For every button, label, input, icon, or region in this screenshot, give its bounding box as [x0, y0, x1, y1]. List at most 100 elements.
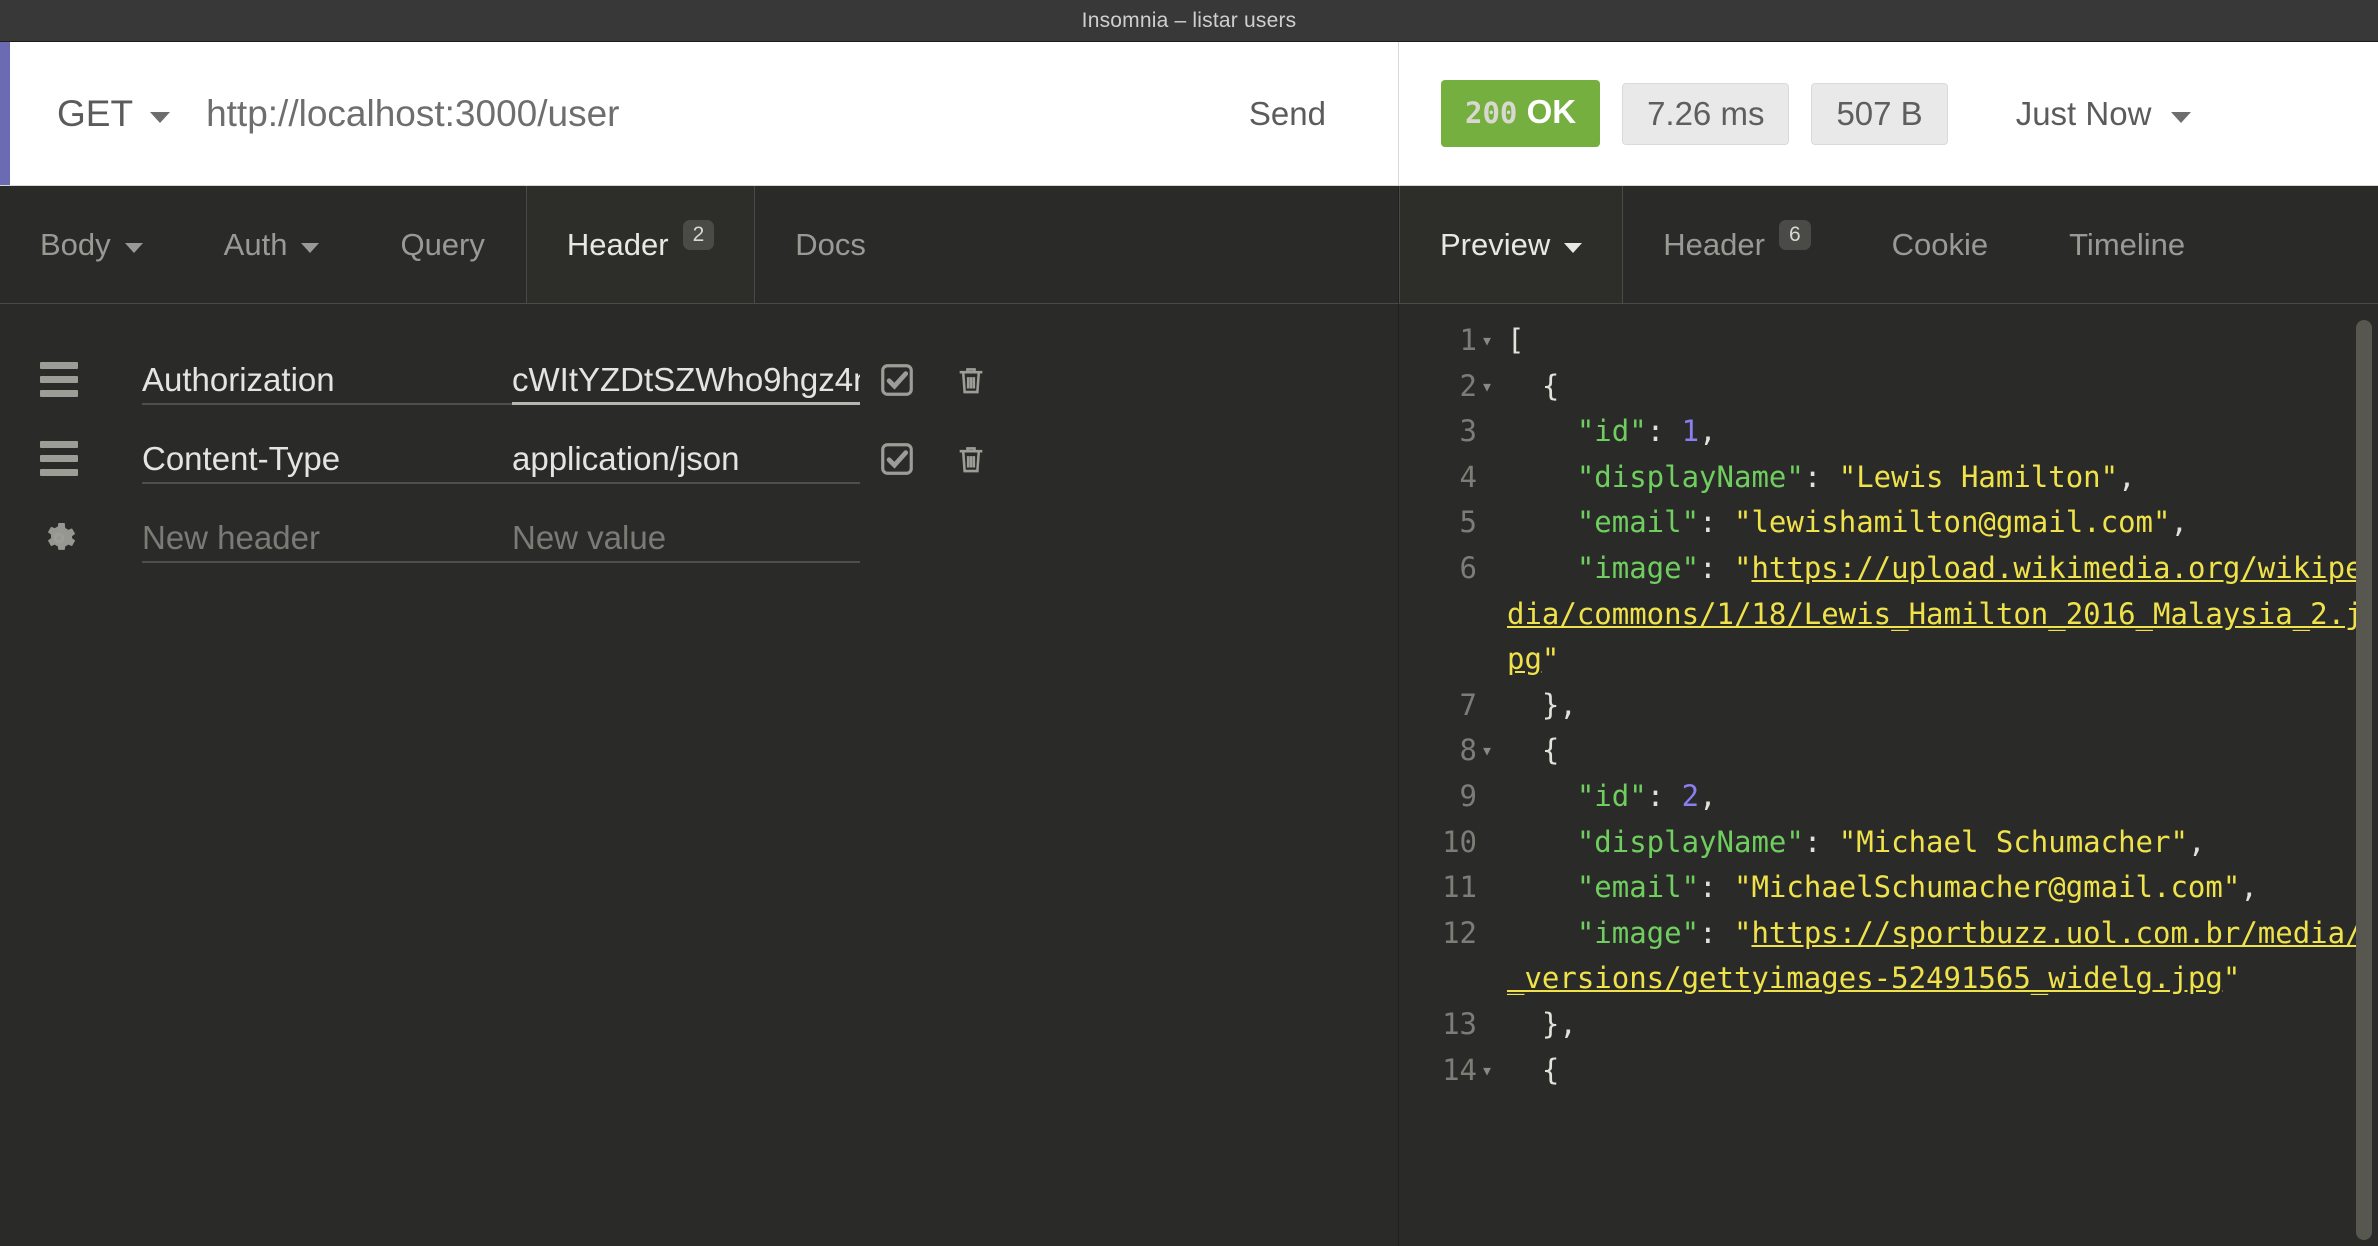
header-enabled-checkbox[interactable]: [860, 440, 934, 478]
code-token: "image": [1577, 916, 1699, 950]
input-underline: [512, 402, 860, 405]
tab-header[interactable]: Header 2: [526, 186, 755, 303]
code-token: [: [1507, 323, 1524, 357]
code-token: {: [1507, 369, 1559, 403]
fold-toggle-icon[interactable]: ▾: [1481, 1048, 1507, 1094]
tab-preview[interactable]: Preview: [1399, 186, 1623, 303]
status-code: 200: [1465, 96, 1517, 130]
header-enabled-checkbox[interactable]: [860, 361, 934, 399]
code-line: 4 "displayName": "Lewis Hamilton",: [1399, 455, 2378, 501]
status-badge[interactable]: 200 OK: [1441, 80, 1600, 148]
code-line-content: "id": 1,: [1507, 409, 2378, 455]
url-input[interactable]: http://localhost:3000/user: [206, 93, 1249, 135]
header-delete-button[interactable]: [934, 363, 1008, 397]
code-line: 9 "id": 2,: [1399, 774, 2378, 820]
input-underline: [512, 482, 860, 484]
tab-body[interactable]: Body: [0, 186, 184, 303]
method-selector[interactable]: GET: [57, 93, 170, 135]
response-scrollbar[interactable]: [2356, 320, 2372, 1240]
chevron-down-icon: [2171, 112, 2191, 123]
chevron-down-icon: [301, 243, 319, 253]
code-token: "Michael Schumacher": [1839, 825, 2188, 859]
header-value-input[interactable]: cWItYZDtSZWho9hgz4nWyc: [512, 340, 860, 419]
fold-toggle-icon[interactable]: ▾: [1481, 728, 1507, 774]
code-line: 6 "image": "https://upload.wikimedia.org…: [1399, 546, 2378, 683]
code-line-content: {: [1507, 728, 2378, 774]
line-number: 3: [1399, 409, 1481, 455]
tab-auth-label: Auth: [224, 227, 288, 263]
header-name-input[interactable]: Authorization: [142, 340, 512, 419]
header-name-value: Authorization: [142, 361, 335, 399]
code-line-content: "id": 2,: [1507, 774, 2378, 820]
fold-toggle-icon[interactable]: ▾: [1481, 318, 1507, 364]
header-row: Authorization cWItYZDtSZWho9hgz4nWyc: [0, 340, 1398, 419]
code-token: },: [1507, 1007, 1577, 1041]
code-line-content: "image": "https://upload.wikimedia.org/w…: [1507, 546, 2378, 683]
line-number: 12: [1399, 911, 1481, 957]
new-header-value-input[interactable]: New value: [512, 498, 860, 577]
response-history-dropdown[interactable]: Just Now: [2016, 95, 2192, 133]
code-token: ,: [1699, 414, 1716, 448]
tab-response-header-label: Header: [1663, 227, 1765, 263]
tab-query[interactable]: Query: [360, 186, 525, 303]
tab-response-header-badge: 6: [1779, 220, 1811, 250]
send-button[interactable]: Send: [1249, 95, 1326, 133]
code-line: 11 "email": "MichaelSchumacher@gmail.com…: [1399, 865, 2378, 911]
code-token: "Lewis Hamilton": [1839, 460, 2118, 494]
url-bar: GET http://localhost:3000/user Send: [0, 42, 1398, 186]
gear-icon[interactable]: [40, 519, 98, 557]
drag-handle-icon[interactable]: [40, 441, 98, 476]
tab-cookie[interactable]: Cookie: [1852, 186, 2030, 303]
code-line: 2▾ {: [1399, 364, 2378, 410]
code-token: ,: [2240, 870, 2257, 904]
header-row: Content-Type application/json: [0, 419, 1398, 498]
code-token: "email": [1577, 505, 1699, 539]
code-line: 12 "image": "https://sportbuzz.uol.com.b…: [1399, 911, 2378, 1002]
response-time-badge[interactable]: 7.26 ms: [1622, 83, 1789, 145]
tab-response-header[interactable]: Header 6: [1623, 186, 1851, 303]
line-number: 1: [1399, 318, 1481, 364]
code-token: :: [1804, 460, 1839, 494]
tab-auth[interactable]: Auth: [184, 186, 361, 303]
code-token: [1507, 916, 1577, 950]
header-delete-button[interactable]: [934, 442, 1008, 476]
new-header-name-placeholder: New header: [142, 519, 320, 557]
response-size-badge[interactable]: 507 B: [1811, 83, 1947, 145]
tab-query-label: Query: [400, 227, 484, 263]
code-token: :: [1647, 414, 1682, 448]
response-body-viewer[interactable]: 1▾[2▾ {3 "id": 1,4 "displayName": "Lewis…: [1398, 304, 2378, 1246]
code-token: ,: [2170, 505, 2187, 539]
tab-body-label: Body: [40, 227, 111, 263]
window-title-bar: Insomnia – listar users: [0, 0, 2378, 42]
header-value-input[interactable]: application/json: [512, 419, 860, 498]
header-name-input[interactable]: Content-Type: [142, 419, 512, 498]
tab-preview-label: Preview: [1440, 227, 1550, 263]
drag-handle-icon[interactable]: [40, 362, 98, 397]
line-number: 9: [1399, 774, 1481, 820]
input-underline: [142, 482, 512, 484]
header-value-value: application/json: [512, 440, 740, 478]
code-line: 3 "id": 1,: [1399, 409, 2378, 455]
code-token: :: [1804, 825, 1839, 859]
code-token: 2: [1682, 779, 1699, 813]
tab-timeline-label: Timeline: [2069, 227, 2185, 263]
tab-docs[interactable]: Docs: [755, 186, 907, 303]
tab-timeline[interactable]: Timeline: [2029, 186, 2226, 303]
new-header-name-input[interactable]: New header: [142, 498, 512, 577]
fold-toggle-icon[interactable]: ▾: [1481, 364, 1507, 410]
code-line: 1▾[: [1399, 318, 2378, 364]
chevron-down-icon: [125, 243, 143, 253]
code-line-content: "email": "lewishamilton@gmail.com",: [1507, 500, 2378, 546]
line-number: 6: [1399, 546, 1481, 592]
header-row-new: New header New value: [0, 498, 1398, 577]
code-token: {: [1507, 733, 1559, 767]
app-body: GET http://localhost:3000/user Send Body…: [0, 42, 2378, 1246]
code-token: ": [1734, 551, 1751, 585]
window-title: Insomnia – listar users: [1082, 9, 1297, 33]
code-token: ": [1542, 642, 1559, 676]
status-text: OK: [1527, 93, 1577, 130]
code-line-content: [: [1507, 318, 2378, 364]
code-line-content: },: [1507, 1002, 2378, 1048]
code-token: "id": [1577, 414, 1647, 448]
code-line: 10 "displayName": "Michael Schumacher",: [1399, 820, 2378, 866]
